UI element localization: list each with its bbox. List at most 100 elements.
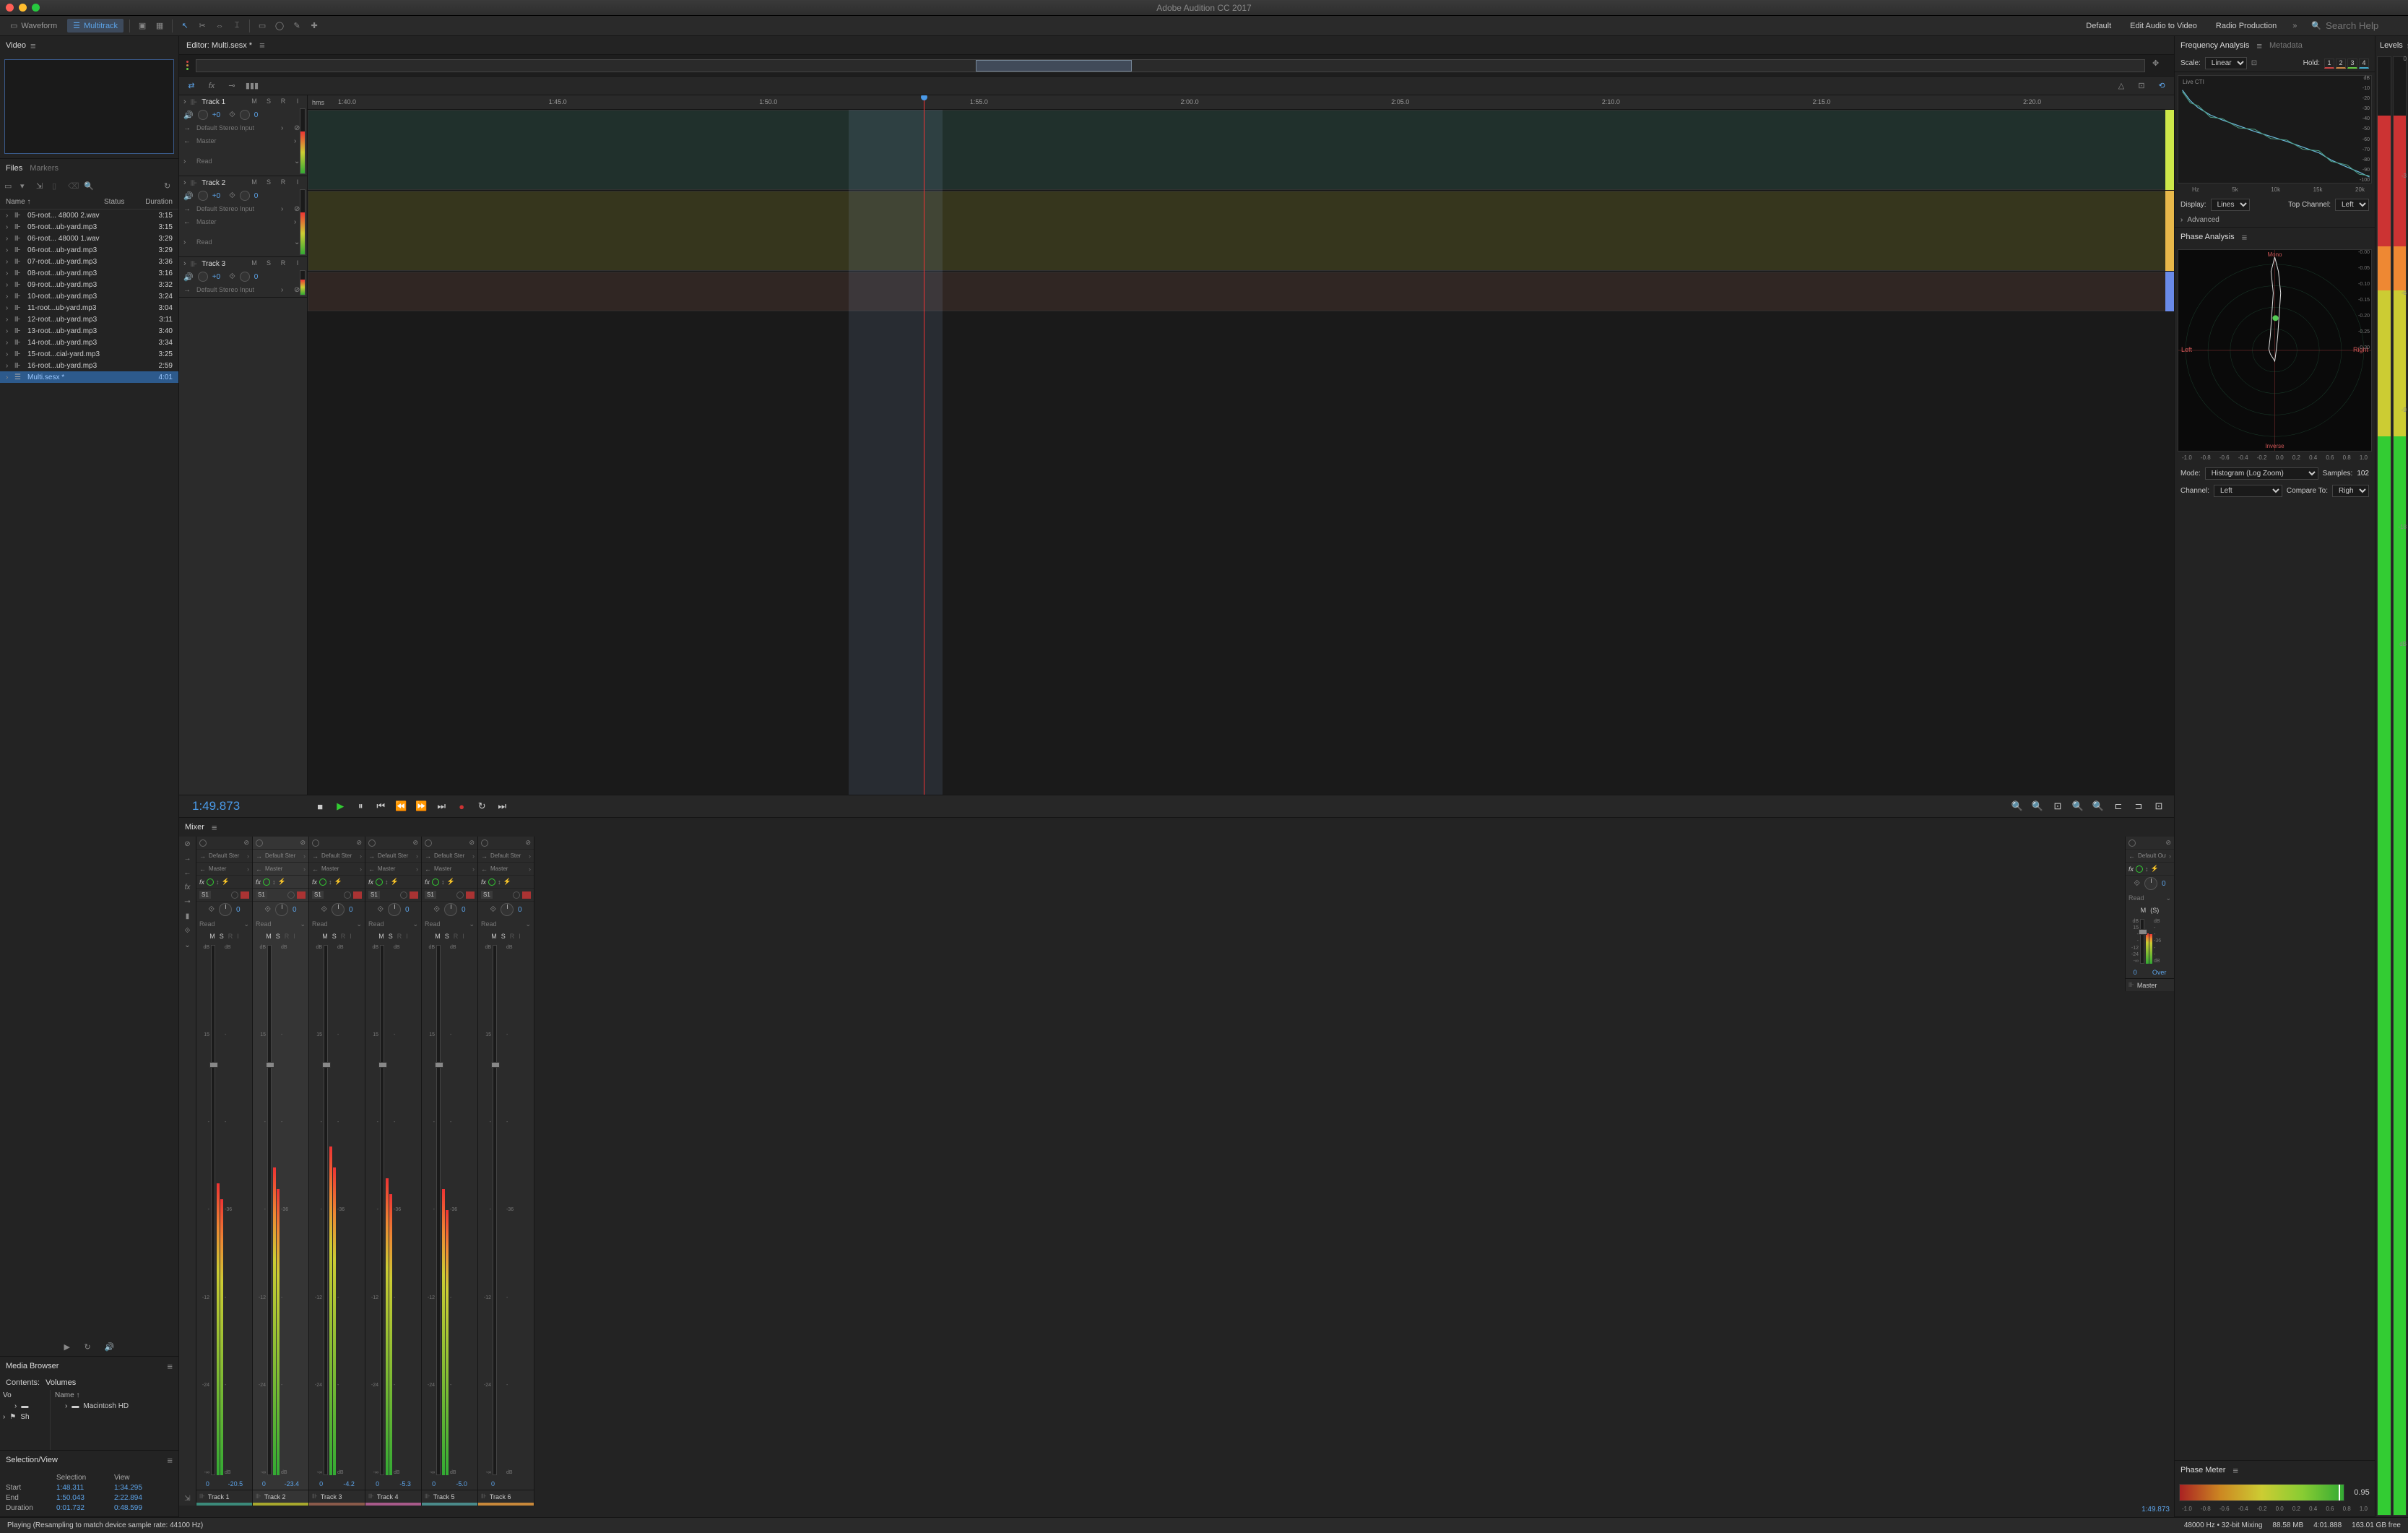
chevron-right-icon[interactable]: ›: [6, 212, 14, 220]
invert-icon[interactable]: ⊘: [525, 839, 531, 847]
channel-select[interactable]: Left: [2214, 485, 2282, 497]
fx-pre-icon[interactable]: ↕: [329, 878, 332, 886]
sv-value[interactable]: 1:34.295: [114, 1484, 165, 1492]
channel-input[interactable]: Default Ster: [265, 852, 300, 859]
pan-value[interactable]: 0: [2162, 880, 2166, 888]
fader-handle[interactable]: [2139, 929, 2147, 935]
track-input[interactable]: Default Stereo Input: [196, 205, 277, 212]
channel-name[interactable]: Track 1: [208, 1493, 249, 1500]
track-r-button[interactable]: R: [278, 98, 288, 106]
heal-icon[interactable]: ✚: [308, 20, 321, 33]
name-col[interactable]: Name ↑: [55, 1391, 79, 1399]
phase-icon[interactable]: [2128, 839, 2136, 847]
mixer-input-icon[interactable]: →: [179, 851, 196, 865]
chevron-right-icon[interactable]: ›: [281, 205, 290, 213]
pan-knob[interactable]: [444, 903, 457, 916]
workspace-edit-audio[interactable]: Edit Audio to Video: [2123, 19, 2204, 33]
channel-output[interactable]: Master: [209, 865, 244, 872]
chevron-right-icon[interactable]: ›: [6, 269, 14, 277]
fx-icon[interactable]: fx: [481, 878, 486, 886]
snapping-icon[interactable]: ⊡: [2135, 79, 2148, 92]
pan-value[interactable]: 0: [254, 273, 259, 281]
send-slot[interactable]: S1: [425, 891, 436, 899]
channel-output[interactable]: Master: [321, 865, 357, 872]
fx-pre-icon[interactable]: ↕: [2145, 865, 2149, 873]
file-row[interactable]: ›⊪10-root...ub-yard.mp33:24: [0, 290, 178, 302]
send-power-button[interactable]: [456, 891, 464, 899]
volumes-col[interactable]: Vo: [3, 1391, 12, 1399]
phase-icon[interactable]: [425, 839, 432, 847]
volume-value[interactable]: +0: [212, 273, 220, 281]
arm-button[interactable]: R: [285, 933, 290, 940]
track-collapse-icon[interactable]: ›: [183, 98, 186, 106]
track-header[interactable]: ›⊪Track 2MSRI🔊+0⟐0→Default Stereo Input›…: [179, 176, 307, 257]
track-input[interactable]: Default Stereo Input: [196, 286, 277, 293]
fx-icon[interactable]: fx: [205, 79, 218, 92]
send-slot[interactable]: S1: [312, 891, 324, 899]
import-icon[interactable]: ⇲: [36, 181, 46, 191]
loop-button[interactable]: ↻: [474, 798, 490, 814]
mute-button[interactable]: M: [435, 933, 441, 940]
volume-value[interactable]: +0: [212, 111, 220, 119]
zoom-full-icon[interactable]: ⊡: [2151, 798, 2167, 814]
auto-play-icon[interactable]: 🔊: [105, 1342, 115, 1352]
eq-icon[interactable]: ▮▮▮: [246, 79, 259, 92]
automation-mode[interactable]: Read ⌄: [365, 917, 421, 930]
chevron-right-icon[interactable]: ›: [183, 238, 192, 246]
media-browser-tab[interactable]: Media Browser: [6, 1362, 59, 1370]
automation-mode[interactable]: Read ⌄: [196, 917, 252, 930]
fx-bolt-icon[interactable]: ⚡: [503, 878, 511, 886]
track-grip-icon[interactable]: ⊪: [191, 178, 198, 188]
fx-pre-icon[interactable]: ↕: [441, 878, 445, 886]
file-row[interactable]: ›⊪05-root...ub-yard.mp33:15: [0, 221, 178, 233]
output-arrow-icon[interactable]: ←: [183, 218, 192, 226]
pan-value[interactable]: 0: [405, 906, 410, 914]
mute-button[interactable]: M: [322, 933, 328, 940]
track-m-button[interactable]: M: [249, 98, 259, 106]
fx-power-button[interactable]: [376, 878, 383, 886]
chevron-right-icon[interactable]: ›: [6, 304, 14, 312]
channel-input[interactable]: Default Ster: [321, 852, 357, 859]
mixer-channel[interactable]: ⊘→Default Ster›←Master›fx↕⚡S1⟐0Read ⌄MSR…: [365, 837, 422, 1506]
channel-input[interactable]: Default Ster: [209, 852, 244, 859]
topch-select[interactable]: Left: [2335, 199, 2369, 211]
hud-icon[interactable]: ▣: [136, 20, 149, 33]
fx-power-button[interactable]: [319, 878, 326, 886]
metronome-icon[interactable]: △: [2115, 79, 2128, 92]
pan-knob[interactable]: [332, 903, 345, 916]
mixer-channel[interactable]: ⊘→Default Ster›←Master›fx↕⚡S1⟐0Read ⌄MSR…: [196, 837, 253, 1506]
zoom-sel-out-icon[interactable]: ⊐: [2131, 798, 2147, 814]
file-row[interactable]: ›⊪14-root...ub-yard.mp33:34: [0, 337, 178, 348]
fx-pre-icon[interactable]: ↕: [272, 878, 276, 886]
pan-knob[interactable]: [501, 903, 514, 916]
invert-icon[interactable]: ⊘: [356, 839, 362, 847]
zoom-sel-in-icon[interactable]: ⊏: [2110, 798, 2126, 814]
phase-graph[interactable]: Mono Left Right Inverse -0.00-0.05-0.10-…: [2178, 249, 2372, 452]
fx-bolt-icon[interactable]: ⚡: [447, 878, 455, 886]
file-row[interactable]: ›⊪08-root...ub-yard.mp33:16: [0, 267, 178, 279]
solo-button[interactable]: S: [501, 933, 506, 940]
track-automation[interactable]: Read: [196, 157, 290, 165]
fader-handle[interactable]: [491, 1062, 500, 1068]
automation-mode[interactable]: Read ⌄: [478, 917, 534, 930]
razor-tool-icon[interactable]: ✂: [196, 20, 209, 33]
track-output[interactable]: Master: [196, 218, 290, 225]
menu-icon[interactable]: ≡: [2232, 1465, 2238, 1476]
file-row[interactable]: ›⊪16-root...ub-yard.mp32:59: [0, 360, 178, 371]
sv-value[interactable]: 1:50.043: [56, 1494, 107, 1502]
sends-icon[interactable]: ⊸: [225, 79, 238, 92]
mode-select[interactable]: Histogram (Log Zoom): [2205, 467, 2318, 480]
track-lane[interactable]: [308, 191, 2174, 272]
fx-icon[interactable]: fx: [312, 878, 317, 886]
fx-pre-icon[interactable]: ↕: [216, 878, 220, 886]
zoom-reset-icon[interactable]: ⊡: [2050, 798, 2066, 814]
freq-analysis-tab[interactable]: Frequency Analysis: [2180, 41, 2249, 50]
new-file-icon[interactable]: ▾: [20, 181, 30, 191]
track-automation[interactable]: Read: [196, 238, 290, 246]
search-help[interactable]: 🔍: [2305, 20, 2404, 31]
loop-file-icon[interactable]: ↻: [85, 1342, 95, 1352]
input-arrow-icon[interactable]: →: [183, 124, 192, 132]
mute-button[interactable]: M: [266, 933, 272, 940]
menu-icon[interactable]: ≡: [212, 822, 217, 833]
skip-button[interactable]: ⏭: [494, 798, 510, 814]
